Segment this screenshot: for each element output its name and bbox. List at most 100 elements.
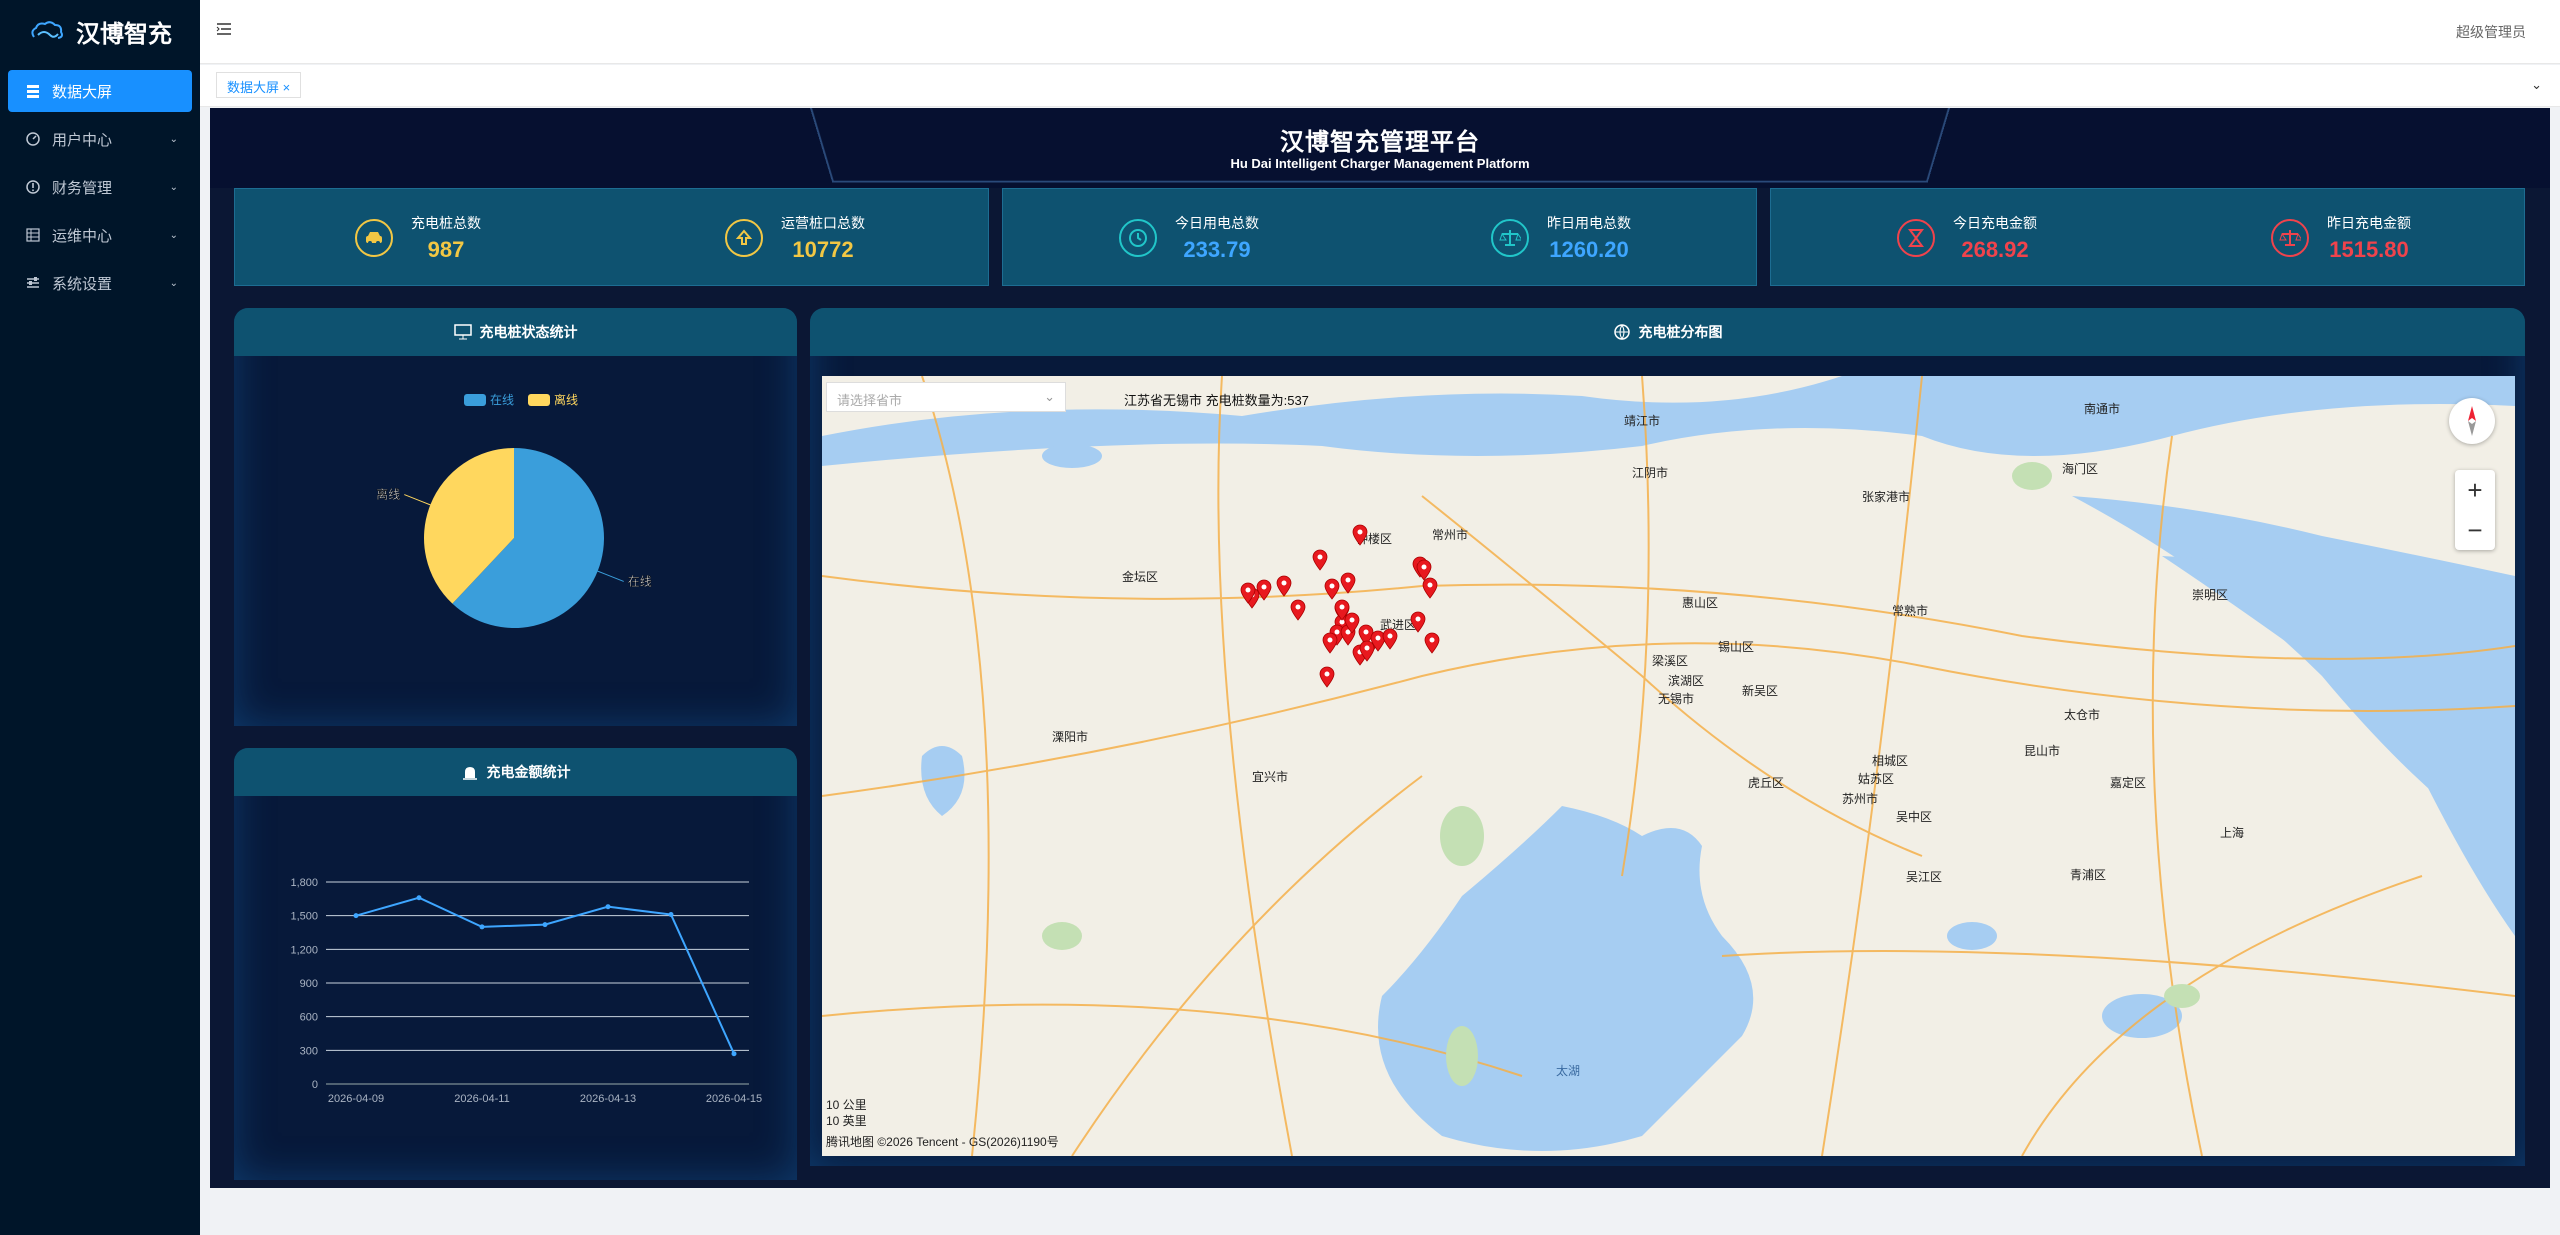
upload-icon (725, 219, 763, 257)
screen-title: 汉博智充管理平台 (1280, 129, 1480, 156)
car-icon (355, 219, 393, 257)
sidebar: 汉博智充 数据大屏 用户中心 ⌄ 财务管理 ⌄ 运维中心 ⌄ 系统设置 ⌄ (0, 0, 200, 1235)
map-marker-icon[interactable] (1319, 666, 1335, 688)
line-series (355, 896, 735, 1055)
sidebar-item-label: 运维中心 (52, 227, 113, 245)
stat-label: 今日用电总数 (1175, 215, 1259, 231)
map-marker-icon[interactable] (1334, 599, 1350, 621)
map-marker-icon[interactable] (1276, 575, 1292, 597)
map-place-label: 江阴市 (1632, 466, 1669, 480)
map-place-label: 昆山市 (2024, 744, 2061, 758)
map-marker-icon[interactable] (1416, 559, 1432, 581)
stat-label: 昨日用电总数 (1547, 215, 1631, 231)
amount-panel-header: 充电金额统计 (234, 748, 797, 796)
tab-bar: 数据大屏 × ⌄ (200, 65, 2560, 107)
province-city-select[interactable]: 请选择省市 ⌄ (826, 382, 1066, 412)
x-tick-label: 2026-04-09 (328, 1093, 384, 1105)
y-tick-label: 1,500 (290, 911, 318, 923)
compass-icon[interactable] (2449, 398, 2495, 444)
map-place-label: 上海 (2220, 826, 2245, 840)
map-marker-icon[interactable] (1424, 632, 1440, 654)
amount-line-chart: 0 300 600 900 1,200 1,500 1,800 2026-04-09 2026-… (290, 877, 762, 1105)
map-place-label: 青浦区 (2070, 868, 2107, 882)
stat-label: 今日充电金额 (1953, 215, 2037, 231)
y-tick-label: 0 (312, 1079, 318, 1091)
map-marker-icon[interactable] (1340, 572, 1356, 594)
map-place-label: 锡山区 (1718, 640, 1755, 654)
line-point[interactable] (605, 904, 611, 910)
settings-icon (26, 276, 44, 290)
line-point[interactable] (668, 912, 674, 918)
map-place-label: 宜兴市 (1252, 770, 1289, 784)
line-point[interactable] (416, 895, 422, 901)
app-logo[interactable]: 汉博智充 (0, 0, 200, 62)
zoom-in-button[interactable]: + (2455, 470, 2495, 510)
map-marker-icon[interactable] (1352, 524, 1368, 546)
map-place-label: 靖江市 (1624, 414, 1661, 428)
map-place-label: 吴中区 (1896, 810, 1933, 824)
map-marker-icon[interactable] (1312, 549, 1328, 571)
legend-item[interactable]: 在线 (464, 393, 514, 407)
map-copyright: 腾讯地图 ©2026 Tencent - GS(2026)1190号 (826, 1135, 1059, 1149)
map-lake-label: 太湖 (1556, 1064, 1581, 1078)
status-pie-chart: 在线 离线在线离线 (376, 392, 652, 628)
pie-label: 离线 (376, 487, 400, 502)
chevron-down-icon: ⌄ (169, 133, 178, 145)
stat-yesterday-amount: 昨日充电金额 1515.80 (2271, 213, 2411, 263)
chevron-down-icon: ⌄ (169, 181, 178, 193)
stat-value: 987 (427, 237, 465, 262)
close-icon[interactable]: × (283, 80, 291, 95)
user-center-icon (26, 132, 44, 146)
map-scale-km: 10 公里 (826, 1098, 867, 1112)
status-panel-title: 充电桩状态统计 (479, 324, 578, 340)
map-place-label: 嘉定区 (2110, 776, 2147, 790)
map-info-text: 江苏省无锡市 充电桩数量为:537 (1124, 393, 1309, 408)
sidebar-item-user-center[interactable]: 用户中心 ⌄ (8, 118, 192, 160)
sidebar-item-dashboard[interactable]: 数据大屏 (8, 70, 192, 112)
stat-value: 268.92 (1961, 237, 2029, 262)
sidebar-item-settings[interactable]: 系统设置 ⌄ (8, 262, 192, 304)
map-marker-icon[interactable] (1322, 632, 1338, 654)
line-point[interactable] (479, 924, 485, 930)
top-bar: 超级管理员 (200, 0, 2560, 64)
chevron-down-icon: ⌄ (169, 277, 178, 289)
map-marker-icon[interactable] (1240, 582, 1256, 604)
user-menu[interactable]: 超级管理员 (2456, 22, 2526, 42)
map-marker-icon[interactable] (1410, 611, 1426, 633)
chevron-down-icon[interactable]: ⌄ (2531, 77, 2542, 93)
line-point[interactable] (542, 922, 548, 928)
map-place-label: 姑苏区 (1858, 772, 1895, 786)
map-place-label: 无锡市 (1658, 692, 1695, 706)
map-place-label: 张家港市 (1862, 490, 1911, 504)
map-marker-icon[interactable] (1359, 640, 1375, 662)
map-place-label: 新吴区 (1742, 684, 1779, 698)
stat-value: 1260.20 (1549, 237, 1629, 262)
amount-panel-title: 充电金额统计 (486, 764, 571, 780)
hourglass-icon (1897, 219, 1935, 257)
zoom-out-button[interactable]: − (2455, 510, 2495, 550)
tab-dashboard[interactable]: 数据大屏 × (216, 72, 302, 98)
menu-toggle-icon[interactable] (216, 20, 234, 38)
zoom-control: + − (2455, 470, 2495, 550)
map-place-label: 虎丘区 (1748, 776, 1785, 790)
map-marker-icon[interactable] (1290, 599, 1306, 621)
screen-header: 汉博智充管理平台 Hu Dai Intelligent Charger Mana… (210, 108, 2550, 188)
map-place-label: 常州市 (1432, 528, 1469, 542)
status-panel-header: 充电桩状态统计 (234, 308, 797, 356)
stat-total-piles: 充电桩总数 987 (355, 213, 481, 263)
sidebar-menu: 数据大屏 用户中心 ⌄ 财务管理 ⌄ 运维中心 ⌄ 系统设置 ⌄ (0, 62, 200, 318)
stat-value: 1515.80 (2329, 237, 2409, 262)
chevron-down-icon: ⌄ (169, 229, 178, 241)
cloud-logo-icon (31, 21, 63, 39)
stat-label: 充电桩总数 (411, 215, 481, 231)
stat-value: 233.79 (1183, 237, 1251, 262)
sidebar-item-finance[interactable]: 财务管理 ⌄ (8, 166, 192, 208)
line-point[interactable] (731, 1051, 737, 1057)
sidebar-item-ops[interactable]: 运维中心 ⌄ (8, 214, 192, 256)
line-point[interactable] (353, 913, 359, 919)
map-marker-icon[interactable] (1382, 628, 1398, 650)
map-place-label: 常熟市 (1892, 604, 1929, 618)
map-view[interactable]: 靖江市 江阴市 张家港市 常州市 钟楼区 武进区 惠山区 锡山区 滨湖区 无锡市 梁溪区 新吴区 常熟市… (822, 376, 2515, 1156)
legend-item[interactable]: 离线 (528, 392, 578, 407)
map-marker-icon[interactable] (1324, 578, 1340, 600)
